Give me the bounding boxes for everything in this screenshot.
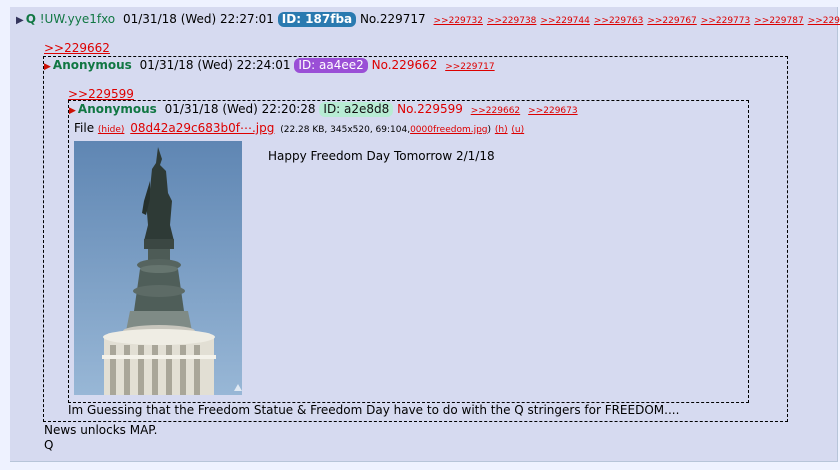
quote-link[interactable]: >>229662 [44, 41, 110, 55]
file-name-link[interactable]: 08d42a29c683b0f⋯.jpg [130, 121, 274, 135]
file-info: File (hide) 08d42a29c683b0f⋯.jpg (22.28 … [74, 121, 525, 135]
poster-id-badge[interactable]: ID: 187fba [277, 12, 357, 27]
collapse-triangle-icon[interactable]: ▶ [16, 15, 24, 26]
statue-of-freedom-image [74, 141, 242, 395]
post-date: 01/31/18 (Wed) 22:27:01 [122, 12, 274, 26]
backlink[interactable]: >>229763 [594, 16, 643, 26]
backlink[interactable]: >>229796 [808, 16, 840, 26]
hide-link[interactable]: (hide) [98, 125, 124, 135]
backlink[interactable]: >>229767 [647, 16, 696, 26]
original-file-name-link[interactable]: 0000freedom.jpg [410, 125, 487, 135]
backlink[interactable]: >>229717 [445, 62, 494, 72]
poster-name: Anonymous [77, 102, 157, 116]
quote-link[interactable]: >>229599 [68, 87, 134, 101]
backlink[interactable]: >>229673 [528, 106, 577, 116]
backlink[interactable]: >>229662 [471, 106, 520, 116]
tripcode: !UW.yye1fxo [39, 12, 116, 26]
backlink[interactable]: >>229744 [540, 16, 589, 26]
nested-post-header: ▶ Anonymous 01/31/18 (Wed) 22:20:28 ID: a… [69, 101, 578, 119]
post-number[interactable]: No.229717 [360, 12, 426, 26]
hash-search-link[interactable]: (h) [495, 125, 508, 135]
post-number[interactable]: No.229599 [397, 102, 463, 116]
post-date: 01/31/18 (Wed) 22:20:28 [164, 102, 316, 116]
poster-id-badge[interactable]: ID: aa4ee2 [294, 58, 368, 73]
post-number[interactable]: No.229662 [372, 58, 438, 72]
file-meta: (22.28 KB, 345x520, 69:104, [280, 125, 411, 135]
main-post-message-line: Q [44, 438, 54, 452]
backlink[interactable]: >>229787 [754, 16, 803, 26]
post-container: ▶ Q !UW.yye1fxo 01/31/18 (Wed) 22:27:01 I… [10, 7, 840, 462]
url-link[interactable]: (u) [511, 125, 524, 135]
post-image-thumbnail[interactable] [74, 141, 242, 395]
quoted-post-message: Im Guessing that the Freedom Statue & Fr… [68, 403, 680, 417]
main-post-header: ▶ Q !UW.yye1fxo 01/31/18 (Wed) 22:27:01 I… [16, 11, 840, 29]
collapse-triangle-icon[interactable]: ▶ [44, 62, 51, 72]
post-date: 01/31/18 (Wed) 22:24:01 [139, 58, 291, 72]
poster-id-badge[interactable]: ID: a2e8d8 [319, 102, 394, 117]
backlink[interactable]: >>229773 [701, 16, 750, 26]
file-label: File [74, 121, 95, 135]
collapse-triangle-icon[interactable]: ▶ [69, 106, 76, 116]
poster-name: Q [25, 12, 36, 26]
quoted-post-header: ▶ Anonymous 01/31/18 (Wed) 22:24:01 ID: a… [44, 57, 495, 75]
backlink[interactable]: >>229738 [487, 16, 536, 26]
nested-post-message: Happy Freedom Day Tomorrow 2/1/18 [268, 149, 495, 163]
main-post-message-line: News unlocks MAP. [44, 423, 158, 437]
backlink[interactable]: >>229732 [434, 16, 483, 26]
poster-name: Anonymous [52, 58, 132, 72]
